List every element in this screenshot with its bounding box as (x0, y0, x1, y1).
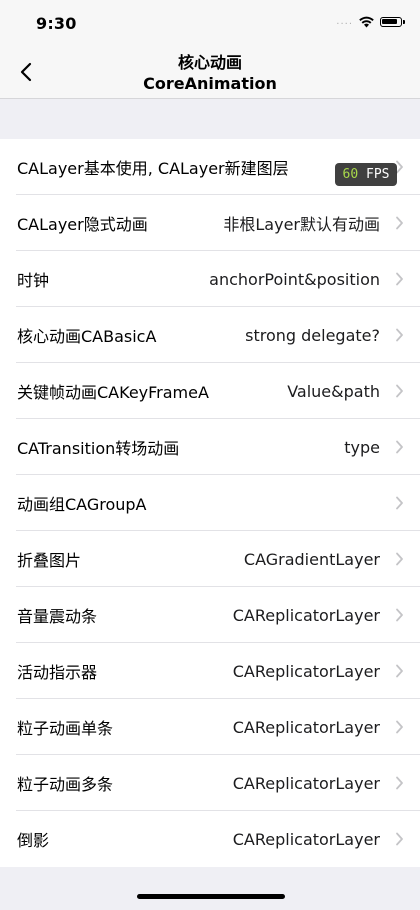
chevron-right-icon (396, 664, 403, 678)
home-indicator (137, 894, 285, 899)
row-title: 关键帧动画CAKeyFrameA (17, 383, 209, 402)
list-item[interactable]: 音量震动条 CAReplicatorLayer (0, 587, 420, 643)
list-item[interactable]: 时钟 anchorPoint&position (0, 251, 420, 307)
status-icons: .... (336, 16, 405, 28)
fps-value: 60 (342, 167, 359, 182)
demo-list: CALayer基本使用, CALayer新建图层 CALayer隐式动画 非根Lay… (0, 139, 420, 867)
row-detail: type (344, 437, 380, 457)
list-item[interactable]: 核心动画CABasicA strong delegate? (0, 307, 420, 363)
chevron-right-icon (396, 552, 403, 566)
row-title: 动画组CAGroupA (17, 495, 147, 514)
fps-unit: FPS (366, 167, 390, 182)
row-title: 粒子动画单条 (17, 719, 114, 738)
chevron-right-icon (396, 832, 403, 846)
row-title: 时钟 (17, 271, 50, 290)
chevron-right-icon (396, 776, 403, 790)
row-title: CATransition转场动画 (17, 439, 180, 458)
row-detail: Value&path (287, 381, 380, 401)
fps-overlay: 60 FPS (335, 163, 397, 186)
row-title: CALayer隐式动画 (17, 215, 148, 234)
signal-dots: .... (336, 16, 353, 27)
status-time: 9:30 (36, 14, 77, 33)
row-title: 粒子动画多条 (17, 775, 114, 794)
row-title: 音量震动条 (17, 607, 98, 626)
chevron-right-icon (396, 608, 403, 622)
chevron-right-icon (396, 216, 403, 230)
screen: 9:30 .... 核心动画 CoreAnimation 60 FPS CALa… (0, 0, 420, 910)
list-item[interactable]: 粒子动画多条 CAReplicatorLayer (0, 755, 420, 811)
wifi-icon (359, 16, 374, 28)
list-item[interactable]: CATransition转场动画 type (0, 419, 420, 475)
list-item[interactable]: 折叠图片 CAGradientLayer (0, 531, 420, 587)
navigation-bar: 9:30 .... 核心动画 CoreAnimation (0, 0, 420, 99)
row-detail: CAReplicatorLayer (232, 661, 380, 681)
chevron-right-icon (396, 496, 403, 510)
list-item[interactable]: 动画组CAGroupA (0, 475, 420, 531)
row-title: 活动指示器 (17, 663, 98, 682)
page-title-cn: 核心动画 (177, 53, 242, 72)
row-title: 倒影 (17, 831, 50, 850)
list-item[interactable]: 活动指示器 CAReplicatorLayer (0, 643, 420, 699)
chevron-right-icon (396, 720, 403, 734)
list-item[interactable]: 关键帧动画CAKeyFrameA Value&path (0, 363, 420, 419)
list-item[interactable]: CALayer隐式动画 非根Layer默认有动画 (0, 195, 420, 251)
back-button[interactable] (14, 58, 38, 86)
row-detail: anchorPoint&position (209, 269, 380, 289)
row-detail: CAReplicatorLayer (232, 829, 380, 849)
list-item[interactable]: 倒影 CAReplicatorLayer (0, 811, 420, 867)
row-title: 核心动画CABasicA (17, 327, 157, 346)
list-item[interactable]: 粒子动画单条 CAReplicatorLayer (0, 699, 420, 755)
chevron-right-icon (396, 272, 403, 286)
chevron-right-icon (396, 440, 403, 454)
row-detail: CAReplicatorLayer (232, 773, 380, 793)
page-title: 核心动画 CoreAnimation (80, 52, 340, 94)
row-detail: 非根Layer默认有动画 (223, 215, 380, 234)
chevron-right-icon (396, 328, 403, 342)
chevron-right-icon (396, 384, 403, 398)
row-detail: CAReplicatorLayer (232, 605, 380, 625)
row-detail: strong delegate? (245, 325, 380, 345)
row-detail: CAGradientLayer (243, 549, 380, 569)
page-title-en: CoreAnimation (143, 74, 277, 93)
row-title: 折叠图片 (17, 551, 82, 570)
battery-icon (380, 17, 405, 27)
row-detail: CAReplicatorLayer (232, 717, 380, 737)
row-title: CALayer基本使用, CALayer新建图层 (17, 159, 289, 178)
chevron-left-icon (20, 62, 32, 82)
